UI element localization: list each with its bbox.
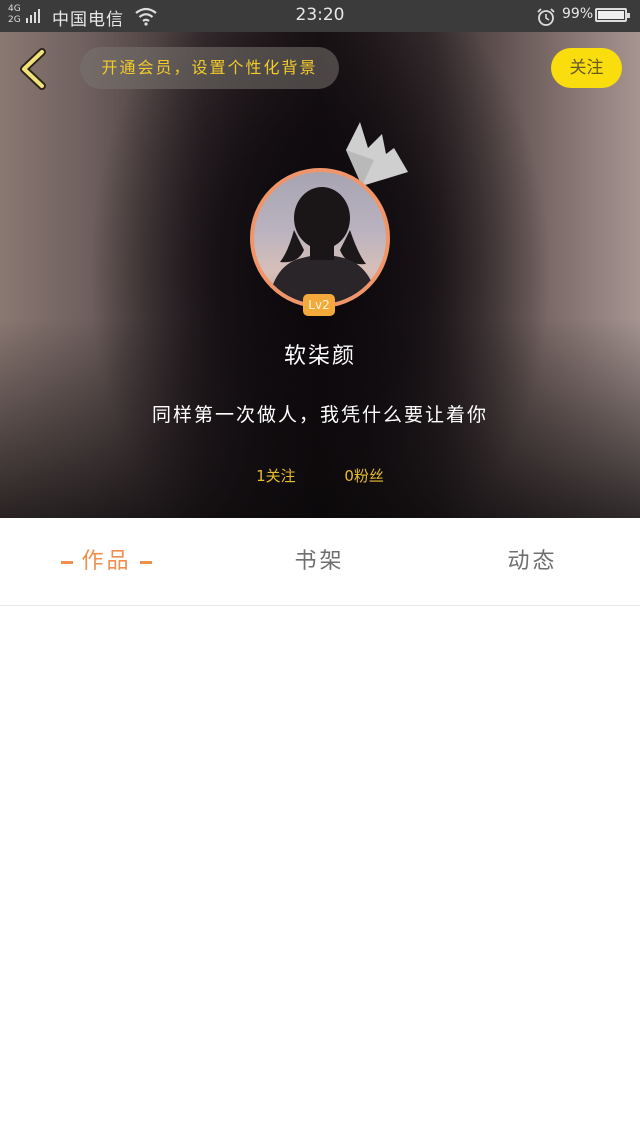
profile-header: 开通会员，设置个性化背景 关注 Lv2 软柒颜 同样第一次做人，我凭什么要让着你… bbox=[0, 32, 640, 518]
tab-label: 动态 bbox=[507, 549, 558, 574]
battery-percentage: 99% bbox=[562, 6, 594, 22]
follow-button[interactable]: 关注 bbox=[551, 48, 622, 88]
tab-label: 作品 bbox=[81, 549, 132, 574]
vip-background-banner[interactable]: 开通会员，设置个性化背景 bbox=[80, 47, 339, 89]
following-count[interactable]: 1关注 bbox=[256, 465, 296, 486]
tab-activity[interactable]: 动态 bbox=[426, 518, 639, 606]
back-button[interactable] bbox=[14, 46, 54, 92]
profile-tabs: 作品 书架 动态 bbox=[0, 518, 640, 606]
tab-label: 书架 bbox=[294, 549, 345, 574]
avatar[interactable] bbox=[250, 168, 390, 308]
battery-icon bbox=[595, 8, 630, 22]
tab-works[interactable]: 作品 bbox=[0, 518, 213, 606]
status-bar: 4G 2G 中国电信 23:20 99% bbox=[0, 0, 640, 32]
alarm-icon bbox=[536, 7, 556, 32]
level-badge: Lv2 bbox=[303, 294, 335, 316]
tab-bookshelf[interactable]: 书架 bbox=[213, 518, 426, 606]
chevron-left-icon bbox=[20, 48, 46, 90]
username: 软柒颜 bbox=[283, 344, 356, 369]
follow-stats: 1关注 0粉丝 bbox=[0, 465, 640, 486]
active-indicator-right bbox=[139, 560, 152, 564]
user-bio: 同样第一次做人，我凭什么要让着你 bbox=[151, 404, 488, 426]
followers-count[interactable]: 0粉丝 bbox=[344, 465, 384, 486]
tab-content-area bbox=[0, 606, 640, 1138]
active-indicator-left bbox=[61, 560, 74, 564]
